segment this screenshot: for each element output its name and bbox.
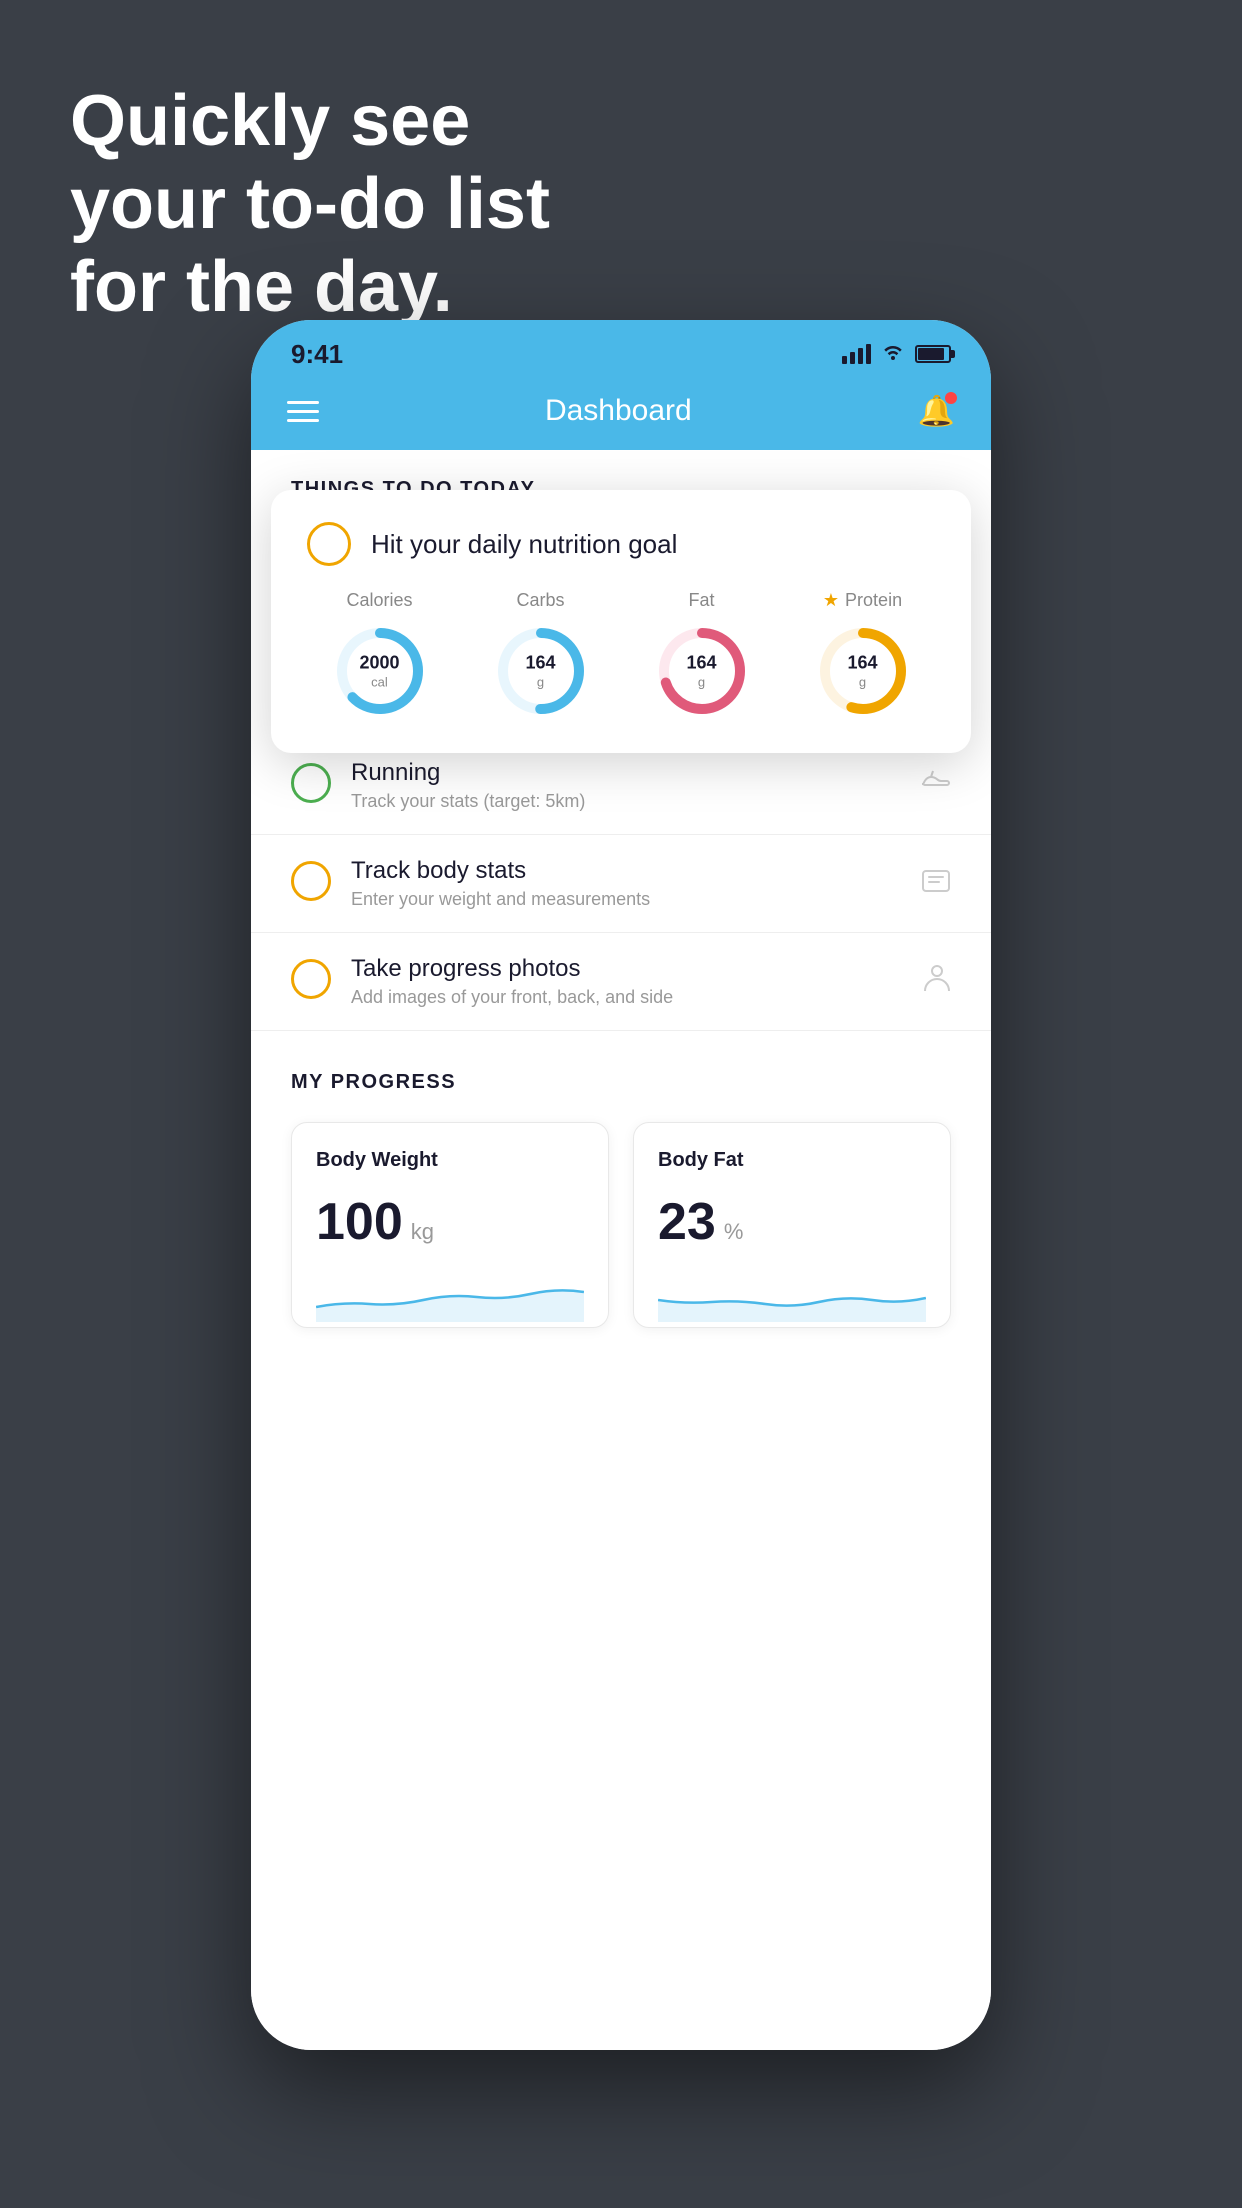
status-bar: 9:41 — [251, 320, 991, 380]
nutrition-circles: Calories 2000cal Carbs — [307, 590, 935, 721]
calories-donut: 2000cal — [330, 621, 430, 721]
todo-subtitle-running: Track your stats (target: 5km) — [351, 791, 901, 812]
nav-bar: Dashboard 🔔 — [251, 380, 991, 450]
nutrition-fat: Fat 164g — [629, 590, 774, 721]
status-icons — [842, 342, 951, 366]
body-weight-title: Body Weight — [316, 1149, 584, 1172]
nutrition-calories: Calories 2000cal — [307, 590, 452, 721]
progress-header: MY PROGRESS — [291, 1071, 951, 1094]
hero-line1: Quickly see — [70, 80, 550, 163]
todo-text-running: Running Track your stats (target: 5km) — [351, 759, 901, 812]
todo-circle-body-stats[interactable] — [291, 861, 331, 901]
hero-text: Quickly see your to-do list for the day. — [70, 80, 550, 328]
body-fat-card[interactable]: Body Fat 23 % — [633, 1122, 951, 1328]
scale-icon — [921, 865, 951, 902]
body-fat-title: Body Fat — [658, 1149, 926, 1172]
todo-subtitle-progress-photos: Add images of your front, back, and side — [351, 987, 903, 1008]
todo-text-body-stats: Track body stats Enter your weight and m… — [351, 857, 901, 910]
body-weight-card[interactable]: Body Weight 100 kg — [291, 1122, 609, 1328]
protein-label: ★Protein — [823, 590, 902, 611]
todo-item-progress-photos[interactable]: Take progress photos Add images of your … — [251, 933, 991, 1031]
phone-screen: 9:41 — [251, 320, 991, 2050]
body-weight-number: 100 — [316, 1192, 403, 1252]
phone-mockup: 9:41 — [251, 320, 991, 2050]
body-fat-unit: % — [724, 1219, 744, 1245]
card-title-row: Hit your daily nutrition goal — [307, 522, 935, 566]
hero-line2: your to-do list — [70, 163, 550, 246]
nav-title: Dashboard — [545, 394, 692, 428]
person-icon — [923, 963, 951, 1000]
phone-content: THINGS TO DO TODAY Hit your daily nutrit… — [251, 450, 991, 2050]
body-fat-number: 23 — [658, 1192, 716, 1252]
todo-item-body-stats[interactable]: Track body stats Enter your weight and m… — [251, 835, 991, 933]
wifi-icon — [881, 342, 905, 366]
nutrition-carbs: Carbs 164g — [468, 590, 613, 721]
hamburger-line — [287, 419, 319, 422]
star-icon: ★ — [823, 590, 839, 611]
todo-subtitle-body-stats: Enter your weight and measurements — [351, 889, 901, 910]
notification-bell-button[interactable]: 🔔 — [918, 394, 955, 429]
todo-title-running: Running — [351, 759, 901, 787]
fat-donut: 164g — [652, 621, 752, 721]
signal-icon — [842, 344, 871, 364]
protein-donut: 164g — [813, 621, 913, 721]
nutrition-protein: ★Protein 164g — [790, 590, 935, 721]
progress-cards: Body Weight 100 kg Body Fat — [291, 1122, 951, 1328]
body-fat-sparkline — [658, 1272, 926, 1322]
task-circle-nutrition[interactable] — [307, 522, 351, 566]
todo-text-progress-photos: Take progress photos Add images of your … — [351, 955, 903, 1008]
todo-circle-running[interactable] — [291, 763, 331, 803]
shoe-icon — [921, 767, 951, 798]
carbs-donut: 164g — [491, 621, 591, 721]
battery-icon — [915, 345, 951, 363]
hamburger-line — [287, 410, 319, 413]
menu-button[interactable] — [287, 401, 319, 422]
hero-line3: for the day. — [70, 246, 550, 329]
carbs-label: Carbs — [516, 590, 564, 611]
body-weight-sparkline — [316, 1272, 584, 1322]
calories-label: Calories — [346, 590, 412, 611]
hamburger-line — [287, 401, 319, 404]
todo-circle-progress-photos[interactable] — [291, 959, 331, 999]
body-fat-value: 23 % — [658, 1192, 926, 1252]
body-weight-unit: kg — [411, 1219, 434, 1245]
status-time: 9:41 — [291, 339, 343, 370]
todo-title-body-stats: Track body stats — [351, 857, 901, 885]
todo-title-progress-photos: Take progress photos — [351, 955, 903, 983]
nutrition-card-title: Hit your daily nutrition goal — [371, 529, 677, 560]
progress-section: MY PROGRESS Body Weight 100 kg — [251, 1031, 991, 1368]
notification-dot — [945, 392, 957, 404]
fat-label: Fat — [688, 590, 714, 611]
todo-section: Running Track your stats (target: 5km) — [251, 737, 991, 1031]
nutrition-card: Hit your daily nutrition goal Calories 2… — [271, 490, 971, 753]
body-weight-value: 100 kg — [316, 1192, 584, 1252]
